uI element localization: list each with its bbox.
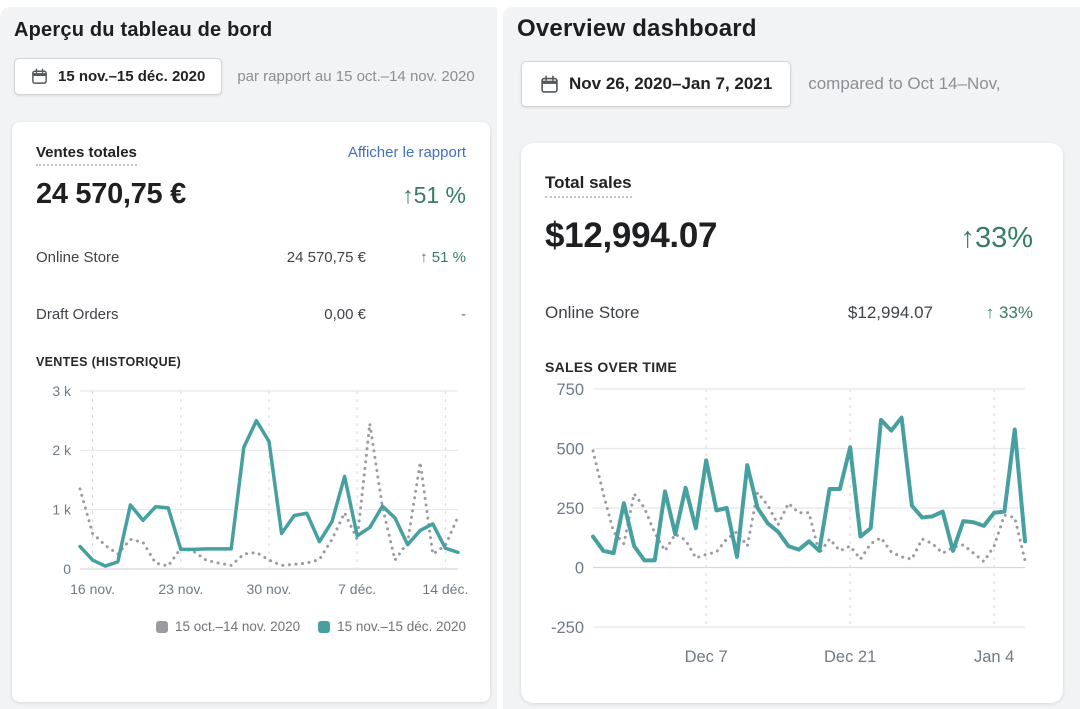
chart-legend: 15 oct.–14 nov. 2020 15 nov.–15 déc. 202… — [36, 619, 466, 634]
chart-heading: VENTES (HISTORIQUE) — [36, 355, 466, 369]
channel-breakdown: Online Store 24 570,75 € ↑ 51 % Draft Or… — [36, 245, 466, 326]
legend-swatch-teal — [318, 621, 330, 633]
row-value: 24 570,75 € — [206, 249, 366, 266]
svg-text:-250: -250 — [551, 619, 584, 637]
total-sales-amount: $12,994.07 — [545, 216, 717, 256]
total-sales-card: Total sales $12,994.07 ↑33% Online Store… — [521, 143, 1063, 703]
date-range-label: 15 nov.–15 déc. 2020 — [58, 68, 205, 85]
view-report-link[interactable]: Afficher le rapport — [348, 144, 466, 161]
calendar-icon — [31, 68, 48, 85]
row-label: Online Store — [545, 303, 773, 323]
table-row: Draft Orders 0,00 € - — [36, 302, 466, 326]
total-sales-delta: ↑33% — [960, 222, 1033, 255]
svg-text:16 nov.: 16 nov. — [70, 581, 115, 597]
svg-text:0: 0 — [575, 559, 584, 577]
svg-text:500: 500 — [556, 440, 584, 458]
sales-history-chart: 0 1 k 2 k 3 k 16 nov. 23 nov. 30 nov. 7 déc. 14 … — [36, 377, 470, 607]
panel-english-dashboard: Overview dashboard Nov 26, 2020–Jan 7, 2… — [503, 7, 1080, 709]
svg-text:30 nov.: 30 nov. — [247, 581, 292, 597]
svg-text:3 k: 3 k — [52, 383, 72, 399]
date-range-label: Nov 26, 2020–Jan 7, 2021 — [569, 74, 772, 94]
svg-text:1 k: 1 k — [52, 502, 72, 518]
row-delta: - — [366, 306, 466, 323]
svg-text:2 k: 2 k — [52, 442, 72, 458]
metric-label[interactable]: Total sales — [545, 173, 632, 198]
svg-text:7 déc.: 7 déc. — [338, 581, 376, 597]
calendar-icon — [540, 75, 559, 94]
total-sales-amount: 24 570,75 € — [36, 178, 186, 211]
dashboard-comparison-screenshot: Aperçu du tableau de bord 15 nov.–15 déc… — [0, 0, 1080, 709]
total-sales-card: Ventes totales Afficher le rapport 24 57… — [12, 122, 490, 702]
comparison-period-text: par rapport au 15 oct.–14 nov. 2020 — [237, 68, 474, 85]
row-delta: ↑ 33% — [933, 303, 1033, 323]
metric-label[interactable]: Ventes totales — [36, 144, 137, 166]
table-row: Online Store $12,994.07 ↑ 33% — [545, 300, 1033, 326]
row-value: $12,994.07 — [773, 303, 933, 323]
panel-french-dashboard: Aperçu du tableau de bord 15 nov.–15 déc… — [0, 7, 497, 709]
date-filter-row: Nov 26, 2020–Jan 7, 2021 compared to Oct… — [521, 61, 1080, 107]
svg-text:Dec 7: Dec 7 — [685, 648, 728, 666]
channel-breakdown: Online Store $12,994.07 ↑ 33% — [545, 300, 1033, 326]
svg-text:Dec 21: Dec 21 — [824, 648, 876, 666]
date-filter-row: 15 nov.–15 déc. 2020 par rapport au 15 o… — [14, 58, 497, 95]
row-delta: ↑ 51 % — [366, 249, 466, 266]
comparison-period-text: compared to Oct 14–Nov, — [808, 74, 1000, 94]
page-title: Overview dashboard — [517, 15, 1080, 43]
svg-text:23 nov.: 23 nov. — [158, 581, 203, 597]
date-range-button[interactable]: Nov 26, 2020–Jan 7, 2021 — [521, 61, 791, 107]
svg-text:0: 0 — [63, 561, 71, 577]
svg-text:14 déc.: 14 déc. — [422, 581, 468, 597]
table-row: Online Store 24 570,75 € ↑ 51 % — [36, 245, 466, 269]
legend-swatch-gray — [156, 621, 168, 633]
svg-text:250: 250 — [556, 500, 584, 518]
date-range-button[interactable]: 15 nov.–15 déc. 2020 — [14, 58, 222, 95]
svg-text:750: 750 — [556, 381, 584, 399]
row-label: Draft Orders — [36, 306, 206, 323]
svg-text:Jan 4: Jan 4 — [974, 648, 1014, 666]
row-value: 0,00 € — [206, 306, 366, 323]
sales-over-time-chart: 750 500 250 0 -250 Dec 7 Dec 21 Jan 4 — [541, 379, 1033, 675]
page-title: Aperçu du tableau de bord — [14, 19, 497, 42]
legend-item-current-period: 15 nov.–15 déc. 2020 — [318, 619, 466, 634]
legend-item-previous-period: 15 oct.–14 nov. 2020 — [156, 619, 300, 634]
total-sales-delta: ↑51 % — [402, 182, 466, 209]
chart-heading: SALES OVER TIME — [545, 359, 1033, 375]
row-label: Online Store — [36, 249, 206, 266]
